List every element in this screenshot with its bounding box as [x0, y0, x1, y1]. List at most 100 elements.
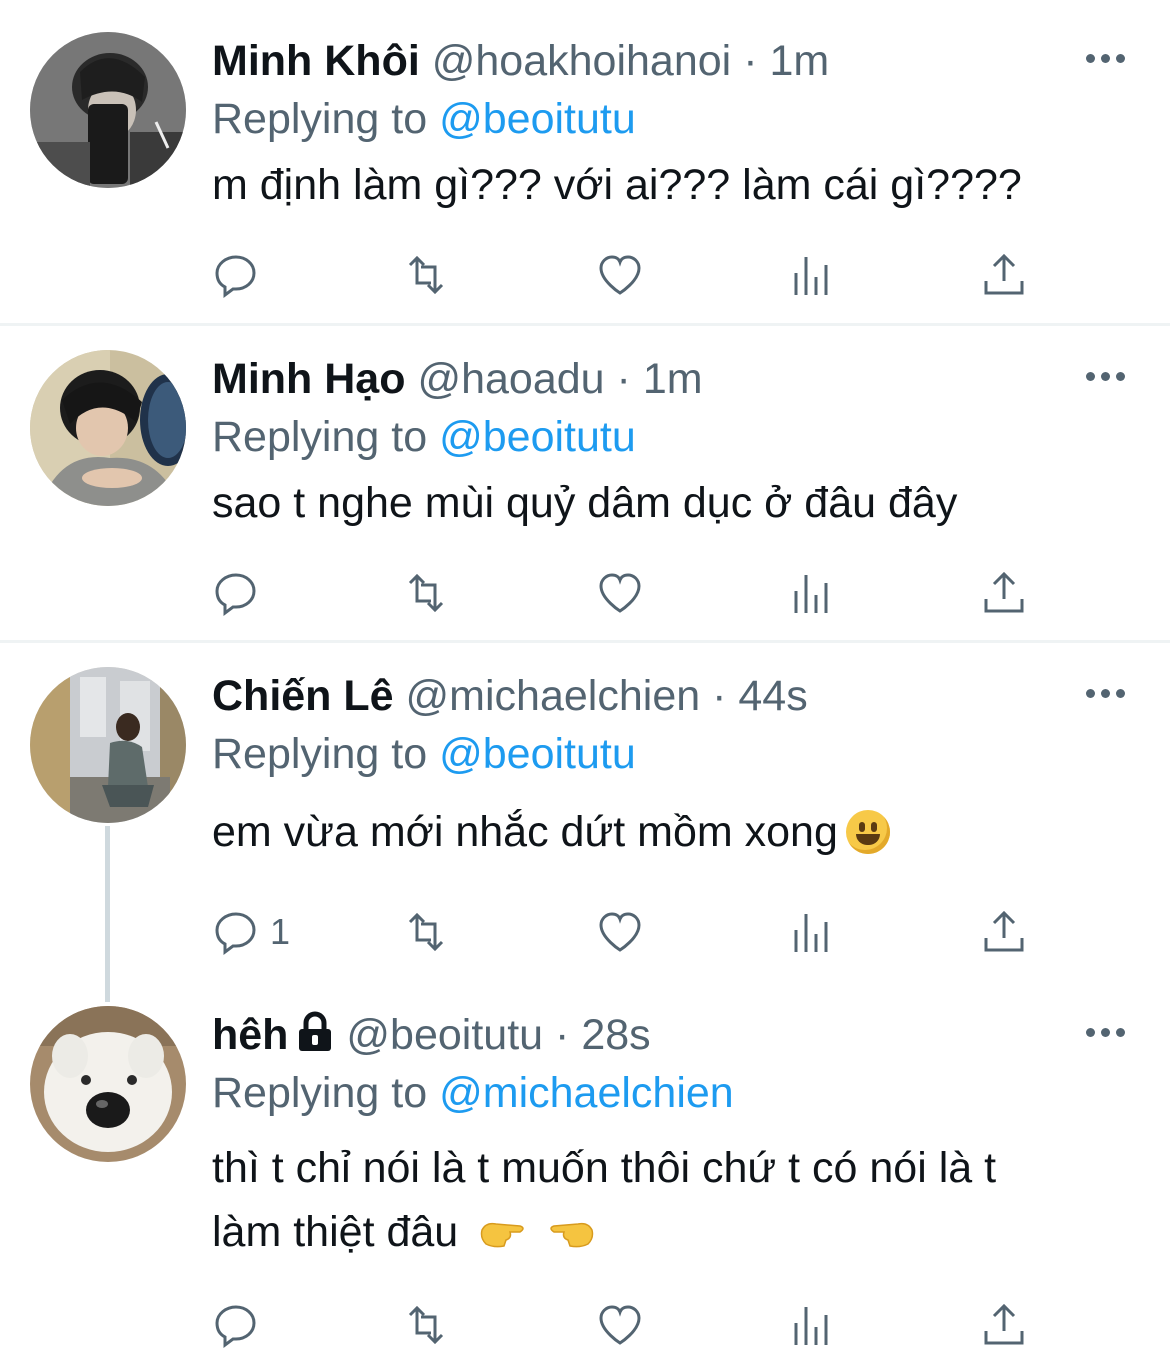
- tweet-actions: [212, 250, 1032, 300]
- replying-to-label: Replying to: [212, 1069, 428, 1117]
- display-name[interactable]: Minh Khôi: [212, 37, 420, 85]
- timestamp[interactable]: 1m: [769, 37, 829, 85]
- replying-to: Replying to @michaelchien: [212, 1064, 1170, 1122]
- separator-dot: ·: [712, 672, 727, 720]
- divider: [0, 323, 1170, 326]
- reply-icon: [215, 1305, 256, 1348]
- retweet-button[interactable]: [402, 250, 450, 300]
- separator-dot: ·: [743, 37, 758, 85]
- replying-to-label: Replying to: [212, 730, 428, 778]
- reply-button[interactable]: [212, 250, 260, 300]
- replying-to: Replying to @beoitutu: [212, 725, 1170, 783]
- replying-to-handle[interactable]: @beoitutu: [439, 730, 636, 778]
- retweet-icon: [408, 1305, 444, 1345]
- analytics-button[interactable]: [788, 1300, 836, 1350]
- tweet-header: Minh Khôi @hoakhoihanoi · 1m: [212, 32, 1170, 90]
- avatar[interactable]: [30, 1006, 186, 1162]
- avatar[interactable]: [30, 667, 186, 823]
- share-button[interactable]: [980, 568, 1028, 618]
- like-button[interactable]: [596, 907, 644, 957]
- analytics-icon: [794, 1307, 828, 1345]
- grinning-face-emoji-icon: [845, 810, 890, 854]
- analytics-button[interactable]: [788, 250, 836, 300]
- reply-button[interactable]: 1: [212, 907, 290, 957]
- share-button[interactable]: [980, 1300, 1028, 1350]
- share-icon: [984, 571, 1024, 613]
- tweet-text: em vừa mới nhắc dứt mồm xong: [212, 808, 838, 856]
- analytics-button[interactable]: [788, 568, 836, 618]
- like-button[interactable]: [596, 250, 644, 300]
- tweet-actions: 1: [212, 907, 1032, 957]
- tweet-text: sao t nghe mùi quỷ dâm dục ở đâu đây: [212, 479, 958, 527]
- reply-icon: [215, 912, 256, 955]
- share-icon: [984, 253, 1024, 295]
- tweet-header: hêh @beoitutu · 28s: [212, 1006, 1170, 1064]
- username[interactable]: @michaelchien: [406, 672, 701, 720]
- tweet-header: Minh Hạo @haoadu · 1m: [212, 350, 1170, 408]
- tweet-text-line: thì t chỉ nói là t muốn thôi chứ t có nó…: [212, 1144, 997, 1192]
- replying-to: Replying to @beoitutu: [212, 90, 1170, 148]
- retweet-icon: [408, 912, 444, 952]
- more-options-icon[interactable]: [1086, 54, 1126, 66]
- like-icon: [599, 573, 641, 613]
- timestamp[interactable]: 44s: [738, 672, 807, 720]
- display-name[interactable]: Minh Hạo: [212, 355, 405, 403]
- share-button[interactable]: [980, 250, 1028, 300]
- thread-connector: [105, 826, 110, 1002]
- like-button[interactable]: [596, 1300, 644, 1350]
- share-icon: [984, 910, 1024, 952]
- username[interactable]: @beoitutu: [346, 1011, 543, 1059]
- tweet-text-container: thì t chỉ nói là t muốn thôi chứ t có nó…: [212, 1136, 1170, 1264]
- retweet-button[interactable]: [402, 907, 450, 957]
- timestamp[interactable]: 28s: [581, 1011, 650, 1059]
- tweet-actions: [212, 1300, 1032, 1350]
- display-name[interactable]: hêh: [212, 1011, 288, 1059]
- display-name[interactable]: Chiến Lê: [212, 672, 394, 720]
- replying-to-handle[interactable]: @beoitutu: [439, 413, 636, 461]
- divider: [0, 640, 1170, 643]
- tweet-text-line: làm thiệt đâu: [212, 1208, 459, 1256]
- reply-count: 1: [270, 911, 291, 952]
- tweet-text-line-wrap: làm thiệt đâu: [212, 1200, 1170, 1264]
- share-icon: [984, 1303, 1024, 1345]
- reply-icon: [215, 573, 256, 616]
- retweet-button[interactable]: [402, 568, 450, 618]
- more-options-icon[interactable]: [1086, 1028, 1126, 1040]
- avatar[interactable]: [30, 32, 186, 188]
- tweet-header: Chiến Lê @michaelchien · 44s: [212, 667, 1170, 725]
- replying-to: Replying to @beoitutu: [212, 408, 1170, 466]
- like-icon: [599, 912, 641, 952]
- replying-to-label: Replying to: [212, 413, 428, 461]
- reply-button[interactable]: [212, 568, 260, 618]
- retweet-icon: [408, 255, 444, 295]
- like-icon: [599, 1305, 641, 1345]
- analytics-icon: [794, 257, 828, 295]
- analytics-icon: [794, 914, 828, 952]
- pointing-right-hand-icon: [480, 1222, 524, 1248]
- more-options-icon[interactable]: [1086, 372, 1126, 384]
- lock-icon: [299, 1011, 332, 1051]
- replying-to-handle[interactable]: @beoitutu: [439, 95, 636, 143]
- more-options-icon[interactable]: [1086, 689, 1126, 701]
- pointing-left-hand-icon: [550, 1222, 594, 1248]
- analytics-icon: [794, 575, 828, 613]
- reply-button[interactable]: [212, 1300, 260, 1350]
- tweet-actions: [212, 568, 1032, 618]
- share-button[interactable]: [980, 907, 1028, 957]
- retweet-button[interactable]: [402, 1300, 450, 1350]
- timestamp[interactable]: 1m: [643, 355, 703, 403]
- tweet-text: m định làm gì??? với ai??? làm cái gì???…: [212, 161, 1022, 209]
- retweet-icon: [408, 573, 444, 613]
- separator-dot: ·: [616, 355, 631, 403]
- separator-dot: ·: [555, 1011, 570, 1059]
- replying-to-handle[interactable]: @michaelchien: [439, 1069, 734, 1117]
- analytics-button[interactable]: [788, 907, 836, 957]
- like-icon: [599, 255, 641, 295]
- username[interactable]: @hoakhoihanoi: [432, 37, 732, 85]
- like-button[interactable]: [596, 568, 644, 618]
- username[interactable]: @haoadu: [417, 355, 604, 403]
- tweet-text-container: em vừa mới nhắc dứt mồm xong: [212, 803, 1170, 861]
- replying-to-label: Replying to: [212, 95, 428, 143]
- avatar[interactable]: [30, 350, 186, 506]
- reply-icon: [215, 255, 256, 298]
